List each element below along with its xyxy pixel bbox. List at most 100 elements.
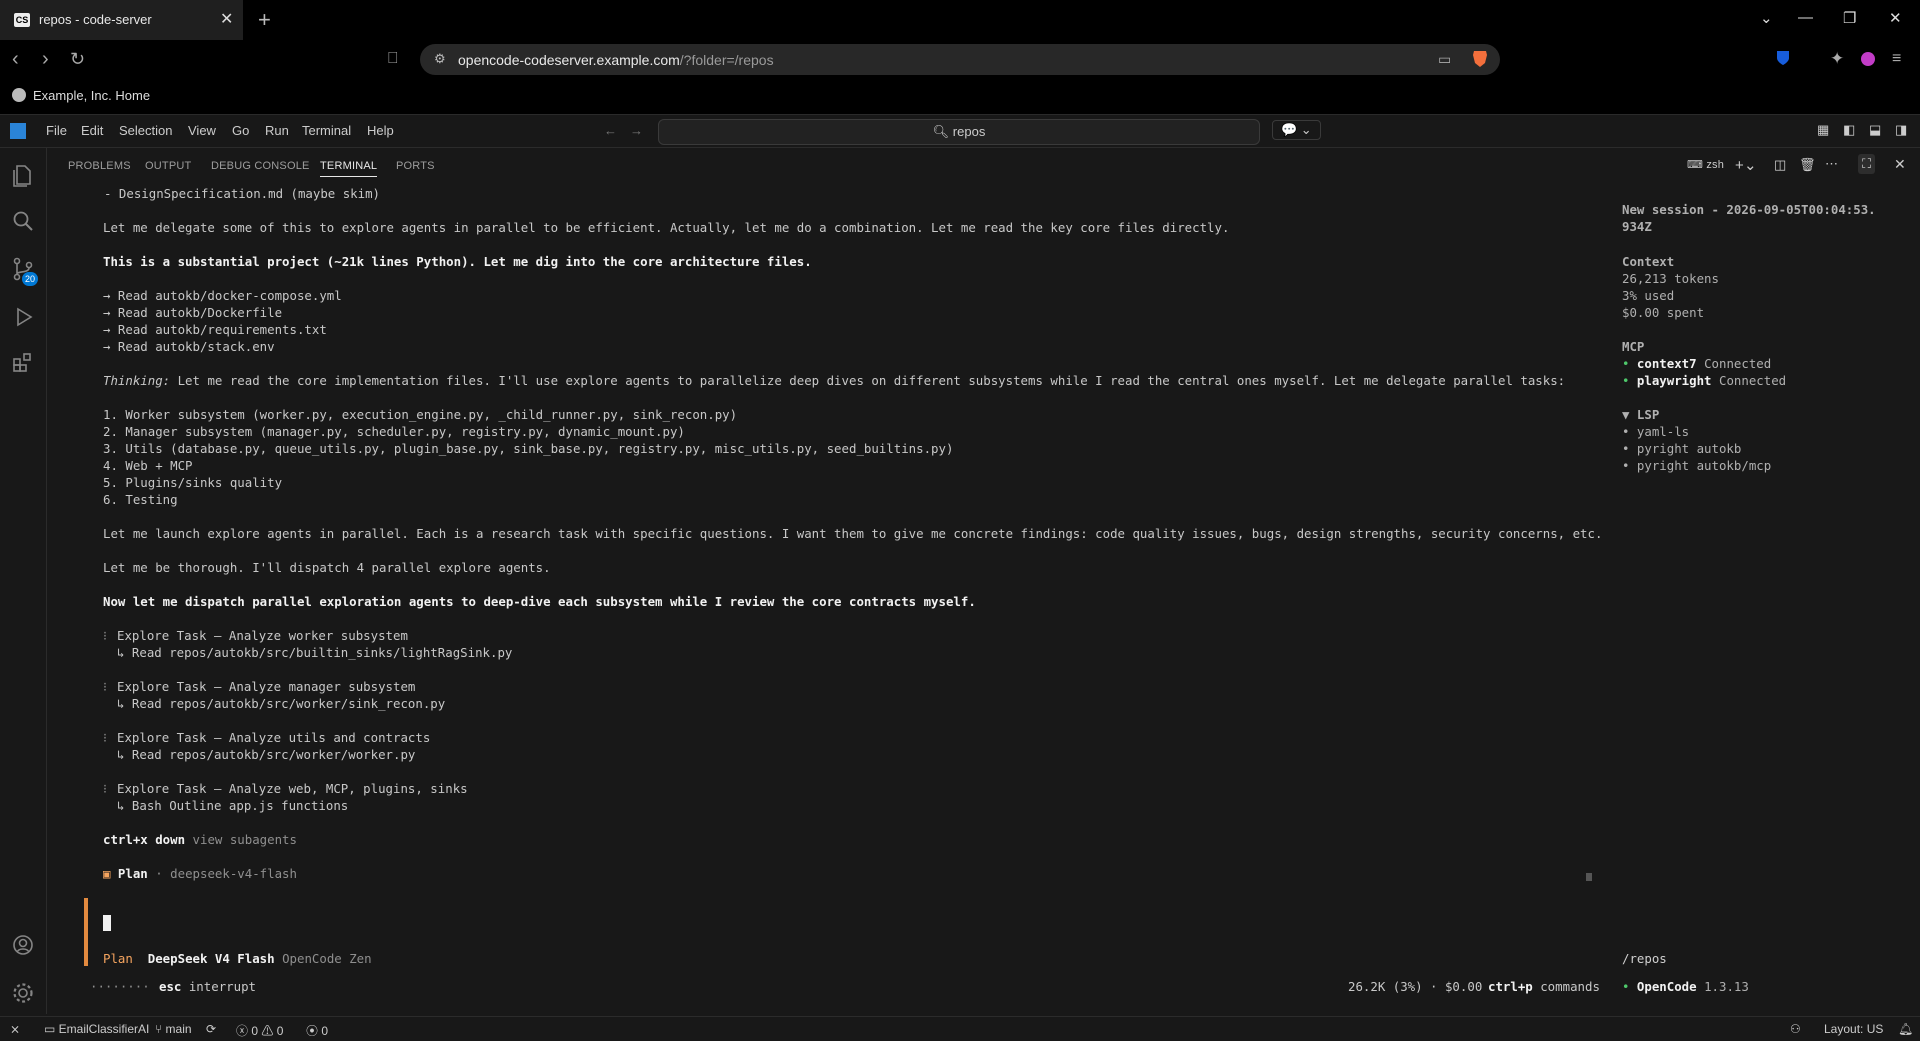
new-tab-icon[interactable]: + xyxy=(258,7,271,33)
ports-indicator[interactable]: ⦿ 0 xyxy=(306,1022,328,1039)
prompt-cursor[interactable] xyxy=(103,915,111,931)
tab-output[interactable]: OUTPUT xyxy=(145,160,191,172)
tool-read-line: → Read autokb/stack.env xyxy=(103,339,275,354)
mcp-status: Connected xyxy=(1711,373,1787,388)
command-center[interactable]: 🔍︎ repos xyxy=(658,119,1260,145)
scroll-indicator xyxy=(1586,873,1592,881)
tab-close-icon[interactable]: ✕ xyxy=(220,9,233,29)
lsp-label[interactable]: ▼ LSP xyxy=(1622,407,1659,422)
kill-terminal-icon[interactable]: 🗑︎ xyxy=(1799,157,1816,173)
terminal-profile[interactable]: ⌨ zsh xyxy=(1687,158,1724,171)
nav-back-icon[interactable]: ← xyxy=(604,123,617,138)
terminal-line: - DesignSpecification.md (maybe skim) xyxy=(104,186,381,201)
menu-view[interactable]: View xyxy=(188,123,216,138)
manage-gear-icon[interactable] xyxy=(10,980,36,1006)
thinking-text: Let me read the core implementation file… xyxy=(170,373,1566,388)
version-label: • OpenCode 1.3.13 xyxy=(1622,979,1749,994)
new-terminal-icon[interactable]: +⌄ xyxy=(1735,156,1757,174)
copilot-chat-icon[interactable]: 💬 ⌄ xyxy=(1272,120,1321,140)
accounts-icon[interactable] xyxy=(10,932,36,958)
notifications-bell-icon[interactable]: 🔔︎ xyxy=(1898,1022,1913,1036)
menu-file[interactable]: File xyxy=(46,123,67,138)
mcp-name: context7 xyxy=(1636,356,1697,371)
status-dot-icon: • xyxy=(1622,373,1637,388)
url-text[interactable]: opencode-codeserver.example.com/?folder=… xyxy=(458,52,774,68)
reload-icon[interactable]: ↻ xyxy=(70,49,85,70)
project-indicator[interactable]: ▭ EmailClassifierAI xyxy=(44,1022,149,1036)
menu-edit[interactable]: Edit xyxy=(81,123,103,138)
tab-debug-console[interactable]: DEBUG CONSOLE xyxy=(211,160,310,172)
brave-shield-icon[interactable] xyxy=(1472,49,1488,73)
profile-avatar[interactable] xyxy=(1860,50,1876,73)
copilot-icon[interactable]: ⚇ xyxy=(1790,1022,1801,1036)
prompt-footer: Plan DeepSeek V4 Flash OpenCode Zen xyxy=(103,951,372,966)
toggle-panel-icon[interactable]: ⬓ xyxy=(1869,122,1881,138)
close-window-icon[interactable]: ✕ xyxy=(1889,9,1902,27)
keyboard-layout[interactable]: Layout: US xyxy=(1824,1022,1883,1036)
terminal-shell-name: zsh xyxy=(1706,159,1725,171)
nav-forward-icon[interactable]: → xyxy=(630,123,643,138)
context-spent: $0.00 spent xyxy=(1622,305,1705,320)
forward-icon[interactable]: › xyxy=(42,48,49,71)
minimize-icon[interactable]: — xyxy=(1798,9,1813,26)
bitwarden-extension-icon[interactable] xyxy=(1776,49,1790,72)
extensions-sidebar-icon[interactable] xyxy=(10,350,36,376)
layout-customize-icon[interactable]: ▦ xyxy=(1817,122,1829,138)
terminal-icon: ⌨ xyxy=(1687,159,1707,171)
explorer-icon[interactable] xyxy=(10,162,36,188)
list-item: 5. Plugins/sinks quality xyxy=(103,475,283,490)
extensions-icon[interactable]: ✦ xyxy=(1830,49,1844,69)
split-terminal-icon[interactable]: ◫ xyxy=(1774,157,1786,173)
version-name: OpenCode xyxy=(1636,979,1697,994)
tab-problems[interactable]: PROBLEMS xyxy=(68,160,131,172)
menu-go[interactable]: Go xyxy=(232,123,249,138)
tab-ports[interactable]: PORTS xyxy=(396,160,435,172)
context-tokens: 26,213 tokens xyxy=(1622,271,1719,286)
browser-tab[interactable]: CS repos - code-server ✕ xyxy=(0,0,243,40)
restore-icon[interactable]: ❐ xyxy=(1843,9,1856,27)
project-name: EmailClassifierAI xyxy=(58,1022,150,1036)
menu-help[interactable]: Help xyxy=(367,123,394,138)
thinking-line: Thinking: Let me read the core implement… xyxy=(103,373,1565,388)
explore-task[interactable]: Explore Task — Analyze manager subsystem xyxy=(117,679,415,694)
warning-icon: ⚠ xyxy=(261,1024,277,1038)
search-sidebar-icon[interactable] xyxy=(10,208,36,234)
sync-icon[interactable]: ⟳ xyxy=(206,1022,216,1036)
bookmark-example-home[interactable]: Example, Inc. Home xyxy=(33,88,150,103)
menu-icon[interactable]: ≡ xyxy=(1892,50,1901,68)
mcp-server-item: • playwright Connected xyxy=(1622,373,1786,388)
status-bar: ⨯ ▭ EmailClassifierAI ⑂ main ⟳ ⓧ 0 ⚠ 0 ⦿… xyxy=(0,1016,1920,1041)
explore-task[interactable]: Explore Task — Analyze utils and contrac… xyxy=(117,730,430,745)
commands-hint: ctrl+p commands xyxy=(1488,979,1600,994)
terminal-line: This is a substantial project (~21k line… xyxy=(103,254,812,269)
session-title-cont: 934Z xyxy=(1622,219,1652,234)
error-count: 0 xyxy=(251,1024,259,1038)
menu-selection[interactable]: Selection xyxy=(119,123,172,138)
toggle-secondary-sidebar-icon[interactable]: ◨ xyxy=(1895,122,1907,138)
bookmark-icon[interactable]: ⎕ xyxy=(388,50,398,68)
close-panel-icon[interactable]: ✕ xyxy=(1894,156,1906,173)
address-bar[interactable]: ⚙ opencode-codeserver.example.com/?folde… xyxy=(420,44,1500,75)
plan-model: · deepseek-v4-flash xyxy=(147,866,297,881)
menu-terminal[interactable]: Terminal xyxy=(302,123,351,138)
search-input[interactable]: repos xyxy=(953,124,986,139)
problems-indicator[interactable]: ⓧ 0 ⚠ 0 xyxy=(236,1022,283,1039)
site-settings-icon[interactable]: ⚙ xyxy=(434,51,446,67)
menu-run[interactable]: Run xyxy=(265,123,289,138)
more-actions-icon[interactable]: ⋯ xyxy=(1825,156,1838,172)
ports-count: 0 xyxy=(321,1024,329,1038)
task-spinner-icon: ⁝ xyxy=(103,730,107,745)
explore-task[interactable]: Explore Task — Analyze web, MCP, plugins… xyxy=(117,781,468,796)
terminal-view[interactable]: - DesignSpecification.md (maybe skim) Le… xyxy=(70,184,1920,1010)
explore-task[interactable]: Explore Task — Analyze worker subsystem xyxy=(117,628,408,643)
back-icon[interactable]: ‹ xyxy=(12,48,19,71)
status-dot-icon: • xyxy=(1622,356,1637,371)
run-debug-icon[interactable] xyxy=(10,304,36,330)
maximize-panel-icon[interactable]: ⛶ xyxy=(1858,154,1876,174)
branch-indicator[interactable]: ⑂ main xyxy=(155,1022,192,1036)
tab-terminal[interactable]: TERMINAL xyxy=(320,160,378,177)
remote-indicator-icon[interactable]: ⨯ xyxy=(10,1022,20,1036)
tab-search-chevron-icon[interactable]: ⌄ xyxy=(1760,9,1773,27)
toggle-primary-sidebar-icon[interactable]: ◧ xyxy=(1843,122,1855,138)
cast-icon[interactable]: ▭ xyxy=(1438,51,1451,68)
